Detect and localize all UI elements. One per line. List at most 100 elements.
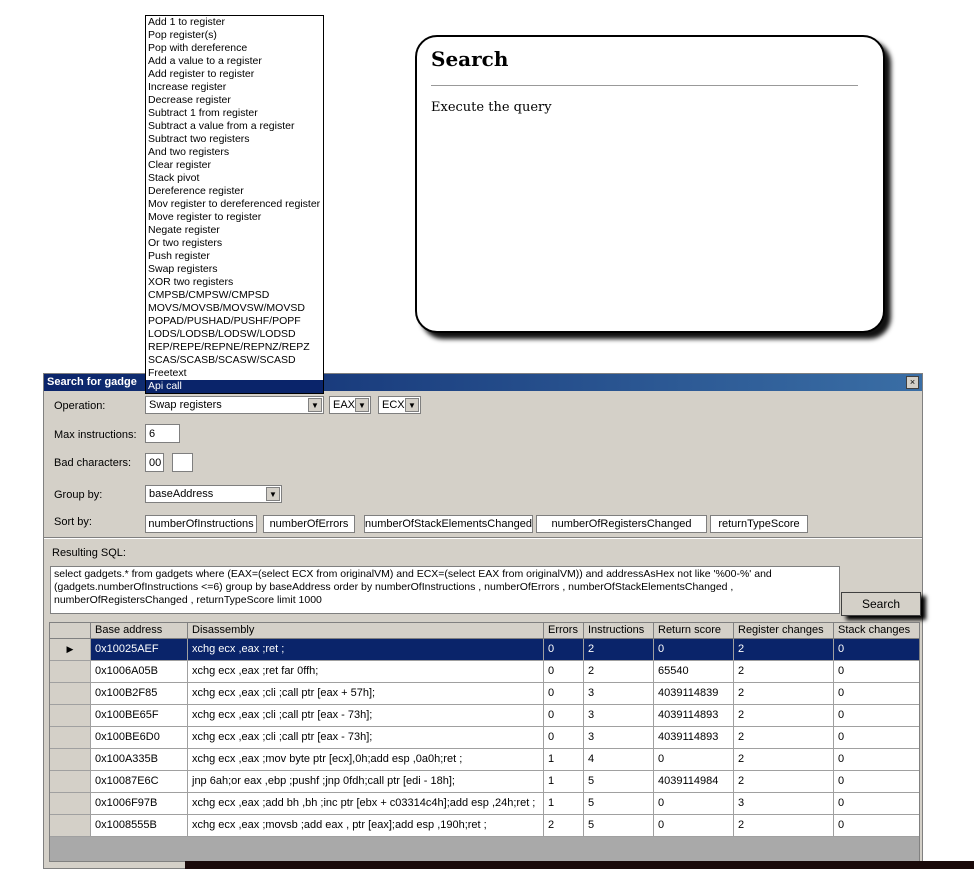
cell-return-score[interactable]: 0	[654, 793, 734, 815]
operation-option[interactable]: Api call	[146, 380, 323, 393]
operation-option[interactable]: Or two registers	[146, 237, 323, 250]
cell-return-score[interactable]: 4039114984	[654, 771, 734, 793]
cell-return-score[interactable]: 4039114893	[654, 705, 734, 727]
operation-option[interactable]: Clear register	[146, 159, 323, 172]
sort-field-instructions[interactable]: numberOfInstructions	[145, 515, 257, 533]
operation-option[interactable]: Dereference register	[146, 185, 323, 198]
cell-errors[interactable]: 0	[544, 727, 584, 749]
cell-disassembly[interactable]: xchg ecx ,eax ;mov byte ptr [ecx],0h;add…	[188, 749, 544, 771]
cell-instructions[interactable]: 5	[584, 771, 654, 793]
operation-option[interactable]: Decrease register	[146, 94, 323, 107]
operation-combo[interactable]: Swap registers ▼	[145, 396, 324, 414]
cell-errors[interactable]: 2	[544, 815, 584, 837]
operation-option[interactable]: Push register	[146, 250, 323, 263]
row-header[interactable]	[50, 749, 91, 771]
cell-register-changes[interactable]: 2	[734, 705, 834, 727]
operation-option[interactable]: LODS/LODSB/LODSW/LODSD	[146, 328, 323, 341]
cell-register-changes[interactable]: 2	[734, 815, 834, 837]
column-header-stack-changes[interactable]: Stack changes	[834, 623, 919, 639]
cell-register-changes[interactable]: 3	[734, 793, 834, 815]
cell-instructions[interactable]: 5	[584, 793, 654, 815]
cell-stack-changes[interactable]: 0	[834, 727, 919, 749]
cell-disassembly[interactable]: xchg ecx ,eax ;cli ;call ptr [eax - 73h]…	[188, 705, 544, 727]
cell-base-address[interactable]: 0x100BE6D0	[91, 727, 188, 749]
cell-instructions[interactable]: 5	[584, 815, 654, 837]
column-header-errors[interactable]: Errors	[544, 623, 584, 639]
cell-base-address[interactable]: 0x100A335B	[91, 749, 188, 771]
cell-disassembly[interactable]: xchg ecx ,eax ;ret ;	[188, 639, 544, 661]
cell-return-score[interactable]: 65540	[654, 661, 734, 683]
cell-return-score[interactable]: 4039114839	[654, 683, 734, 705]
cell-base-address[interactable]: 0x10087E6C	[91, 771, 188, 793]
operation-option[interactable]: And two registers	[146, 146, 323, 159]
group-by-combo[interactable]: baseAddress ▼	[145, 485, 282, 503]
operation-option[interactable]: Freetext	[146, 367, 323, 380]
operation-option[interactable]: POPAD/PUSHAD/PUSHF/POPF	[146, 315, 323, 328]
cell-register-changes[interactable]: 2	[734, 749, 834, 771]
cell-base-address[interactable]: 0x1006A05B	[91, 661, 188, 683]
cell-instructions[interactable]: 3	[584, 727, 654, 749]
cell-base-address[interactable]: 0x10025AEF	[91, 639, 188, 661]
column-header-return-score[interactable]: Return score	[654, 623, 734, 639]
column-header-instructions[interactable]: Instructions	[584, 623, 654, 639]
operation-option[interactable]: Stack pivot	[146, 172, 323, 185]
column-header-register-changes[interactable]: Register changes	[734, 623, 834, 639]
sort-field-errors[interactable]: numberOfErrors	[263, 515, 355, 533]
cell-stack-changes[interactable]: 0	[834, 771, 919, 793]
cell-errors[interactable]: 0	[544, 683, 584, 705]
operation-option[interactable]: Subtract 1 from register	[146, 107, 323, 120]
operation-option[interactable]: Pop with dereference	[146, 42, 323, 55]
cell-register-changes[interactable]: 2	[734, 727, 834, 749]
resulting-sql-textarea[interactable]: select gadgets.* from gadgets where (EAX…	[50, 566, 840, 614]
cell-stack-changes[interactable]: 0	[834, 705, 919, 727]
cell-disassembly[interactable]: xchg ecx ,eax ;cli ;call ptr [eax - 73h]…	[188, 727, 544, 749]
sort-field-return-type-score[interactable]: returnTypeScore	[710, 515, 808, 533]
chevron-down-icon[interactable]: ▼	[355, 398, 369, 412]
operation-option[interactable]: Add register to register	[146, 68, 323, 81]
bad-characters-input-1[interactable]: 00	[145, 453, 164, 472]
sort-field-stack-elements[interactable]: numberOfStackElementsChanged	[364, 515, 533, 533]
operation-option[interactable]: Subtract a value from a register	[146, 120, 323, 133]
operation-option[interactable]: SCAS/SCASB/SCASW/SCASD	[146, 354, 323, 367]
operation-option[interactable]: Increase register	[146, 81, 323, 94]
cell-errors[interactable]: 0	[544, 639, 584, 661]
cell-base-address[interactable]: 0x1008555B	[91, 815, 188, 837]
column-header-base-address[interactable]: Base address	[91, 623, 188, 639]
cell-instructions[interactable]: 3	[584, 683, 654, 705]
cell-register-changes[interactable]: 2	[734, 771, 834, 793]
column-header-selector[interactable]	[50, 623, 91, 639]
cell-return-score[interactable]: 4039114893	[654, 727, 734, 749]
cell-base-address[interactable]: 0x100B2F85	[91, 683, 188, 705]
cell-return-score[interactable]: 0	[654, 639, 734, 661]
cell-disassembly[interactable]: xchg ecx ,eax ;movsb ;add eax , ptr [eax…	[188, 815, 544, 837]
cell-register-changes[interactable]: 2	[734, 683, 834, 705]
max-instructions-input[interactable]: 6	[145, 424, 180, 443]
cell-errors[interactable]: 1	[544, 771, 584, 793]
row-header[interactable]: ▶	[50, 639, 91, 661]
operation-option[interactable]: MOVS/MOVSB/MOVSW/MOVSD	[146, 302, 323, 315]
cell-stack-changes[interactable]: 0	[834, 639, 919, 661]
register1-combo[interactable]: EAX ▼	[329, 396, 371, 414]
operation-option[interactable]: Swap registers	[146, 263, 323, 276]
cell-stack-changes[interactable]: 0	[834, 683, 919, 705]
row-header[interactable]	[50, 815, 91, 837]
row-header[interactable]	[50, 661, 91, 683]
cell-instructions[interactable]: 2	[584, 661, 654, 683]
close-icon[interactable]: ×	[906, 376, 919, 389]
chevron-down-icon[interactable]: ▼	[405, 398, 419, 412]
operation-option[interactable]: Mov register to dereferenced register	[146, 198, 323, 211]
chevron-down-icon[interactable]: ▼	[266, 487, 280, 501]
cell-disassembly[interactable]: xchg ecx ,eax ;add bh ,bh ;inc ptr [ebx …	[188, 793, 544, 815]
cell-instructions[interactable]: 2	[584, 639, 654, 661]
cell-stack-changes[interactable]: 0	[834, 661, 919, 683]
operation-option[interactable]: Add 1 to register	[146, 16, 323, 29]
cell-errors[interactable]: 0	[544, 705, 584, 727]
chevron-down-icon[interactable]: ▼	[308, 398, 322, 412]
operation-option[interactable]: Pop register(s)	[146, 29, 323, 42]
cell-stack-changes[interactable]: 0	[834, 749, 919, 771]
cell-base-address[interactable]: 0x1006F97B	[91, 793, 188, 815]
operation-option[interactable]: REP/REPE/REPNE/REPNZ/REPZ	[146, 341, 323, 354]
operation-option[interactable]: Subtract two registers	[146, 133, 323, 146]
operation-option[interactable]: Add a value to a register	[146, 55, 323, 68]
operation-dropdown-list[interactable]: Add 1 to register Pop register(s) Pop with…	[145, 15, 324, 394]
